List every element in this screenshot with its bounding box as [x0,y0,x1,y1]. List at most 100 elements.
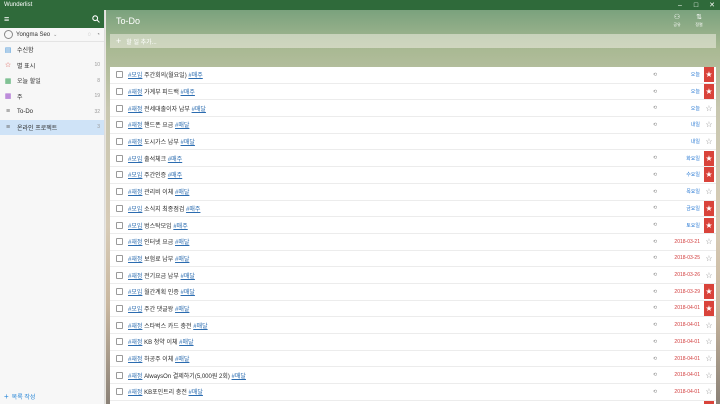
star-icon[interactable]: ★ [704,300,714,316]
task-checkbox[interactable] [116,355,123,363]
task-tag[interactable]: #재정 [128,324,142,330]
task-row[interactable]: #재정 전기요금 납부 #매달 ⟲ 2018-03-26 ☆ [110,267,716,284]
task-tag[interactable]: #매달 [175,307,189,313]
task-tag[interactable]: #매달 [179,340,193,346]
sidebar-item[interactable]: ≡ 온라인 프로젝트 3 [0,119,104,135]
task-tag[interactable]: #매주 [188,73,202,79]
task-checkbox[interactable] [116,388,123,396]
task-checkbox[interactable] [116,171,123,179]
task-tag[interactable]: #재정 [128,123,142,129]
task-checkbox[interactable] [116,121,123,129]
task-tag[interactable]: #매달 [175,240,189,246]
sidebar-item[interactable]: ▦ 주 19 [0,89,104,105]
task-checkbox[interactable] [116,304,123,312]
task-tag[interactable]: #매달 [232,374,246,380]
star-icon[interactable]: ☆ [704,250,714,266]
task-checkbox[interactable] [116,338,123,346]
star-icon[interactable]: ☆ [704,267,714,283]
star-icon[interactable]: ☆ [704,100,714,116]
task-tag[interactable]: #재정 [128,357,142,363]
close-icon[interactable]: ✕ [704,0,720,10]
maximize-icon[interactable]: □ [688,0,704,10]
task-row[interactable]: #재정 핸드폰 요금 #매달 ⟲ 내일 ☆ [110,117,716,134]
task-tag[interactable]: #재정 [128,140,142,146]
task-tag[interactable]: #재정 [128,90,142,96]
task-tag[interactable]: #매주 [181,90,195,96]
task-checkbox[interactable] [116,321,123,329]
task-tag[interactable]: #모임 [128,157,142,163]
share-button[interactable]: ⚇ 공유 [666,14,688,28]
task-row[interactable]: #재정 KB포인트리 충전 #매달 ⟲ 2018-04-01 ☆ [110,384,716,401]
task-row[interactable]: #재정 인터넷 요금 #매달 ⟲ 2018-03-21 ☆ [110,233,716,251]
star-icon[interactable]: ★ [704,200,714,216]
task-row[interactable]: #모임 소식지 최종점검 #매주 ⟲ 금요일 ★ [110,200,716,218]
task-tag[interactable]: #매달 [181,290,195,296]
hamburger-menu-icon[interactable]: ≡ [4,14,9,24]
star-icon[interactable]: ☆ [704,317,714,333]
task-row[interactable]: #재정 스타벅스 카드 충전 #매달 ⟲ 2018-04-01 ☆ [110,317,716,334]
task-tag[interactable]: #매달 [175,190,189,196]
star-icon[interactable]: ★ [704,284,714,300]
task-tag[interactable]: #모임 [128,224,142,230]
task-tag[interactable]: #매주 [186,207,200,213]
star-icon[interactable]: ☆ [704,384,714,400]
add-list-button[interactable]: + 목록 작성 [4,392,35,401]
comment-icon[interactable]: ◔ [96,32,100,38]
task-checkbox[interactable] [116,254,123,262]
task-checkbox[interactable] [116,371,123,379]
task-row[interactable]: #재정 KB 청약 이체 #매달 ⟲ 2018-04-01 ☆ [110,334,716,351]
task-checkbox[interactable] [116,221,123,229]
task-checkbox[interactable] [116,154,123,162]
task-row[interactable]: #재정 전세대출이자 납부 #매달 ⟲ 오늘 ☆ [110,100,716,118]
task-checkbox[interactable] [116,271,123,279]
task-row[interactable]: #모임 벙스탁모임 #매주 ⟲ 토요일 ★ [110,217,716,234]
task-checkbox[interactable] [116,71,123,79]
star-icon[interactable]: ☆ [704,117,714,133]
star-icon[interactable]: ☆ [704,184,714,200]
task-tag[interactable]: #모임 [128,207,142,213]
task-row[interactable]: #모임 주간회의(월요일) #매주 ⟲ 오늘 ★ [110,67,716,84]
task-checkbox[interactable] [116,138,123,146]
user-row[interactable]: Yongma Seo ⌄ ◌ ◔ [0,28,104,42]
task-checkbox[interactable] [116,238,123,246]
task-checkbox[interactable] [116,188,123,196]
sidebar-item[interactable]: ▤ 수신함 [0,42,104,58]
task-tag[interactable]: #매달 [175,123,189,129]
task-checkbox[interactable] [116,204,123,212]
task-tag[interactable]: #모임 [128,290,142,296]
task-row[interactable]: #모임 주간 댓글왕 #매달 ⟲ 2018-04-01 ★ [110,300,716,318]
star-icon[interactable]: ★ [704,217,714,233]
task-row[interactable]: #재정 하공주 이체 #매달 ⟲ 2018-04-01 ☆ [110,350,716,368]
task-tag[interactable]: #매달 [193,324,207,330]
task-tag[interactable]: #매주 [168,173,182,179]
task-tag[interactable]: #매달 [189,390,203,396]
task-tag[interactable]: #재정 [128,390,142,396]
search-icon[interactable] [92,15,100,23]
task-row[interactable]: #재정 관리비 이체 #매달 ⟲ 목요일 ☆ [110,183,716,201]
task-row[interactable]: #모임 월간계획 인증 #매달 ⟲ 2018-03-29 ★ [110,283,716,301]
task-tag[interactable]: #재정 [128,257,142,263]
star-icon[interactable]: ★ [704,67,714,83]
task-tag[interactable]: #매달 [181,140,195,146]
task-row[interactable]: #모임 주간인증 #매주 ⟲ 수요일 ★ [110,167,716,184]
task-row[interactable]: #모임 출석체크 #매주 ⟲ 화요일 ★ [110,150,716,168]
task-row[interactable]: #재정 도시가스 납부 #매달 내일 ☆ [110,133,716,151]
sort-button[interactable]: ⇅ 정렬 [688,14,710,28]
sidebar-item[interactable]: ≡ To-Do 32 [0,104,104,120]
task-tag[interactable]: #모임 [128,307,142,313]
sidebar-item[interactable]: ☆ 별 표시 10 [0,58,104,74]
avatar[interactable] [4,30,13,39]
task-row[interactable]: #재정 가계부 피드백 #매주 ⟲ 오늘 ★ [110,83,716,101]
star-icon[interactable]: ☆ [704,134,714,150]
task-checkbox[interactable] [116,104,123,112]
task-tag[interactable]: #매달 [181,274,195,280]
task-tag[interactable]: #매달 [192,107,206,113]
star-icon[interactable]: ★ [704,84,714,100]
task-tag[interactable]: #모임 [128,73,142,79]
task-row[interactable]: #재정 보험료 납부 #매달 ⟲ 2018-03-25 ☆ [110,250,716,268]
task-tag[interactable]: #모임 [128,173,142,179]
task-checkbox[interactable] [116,288,123,296]
minimize-icon[interactable]: – [672,0,688,10]
task-tag[interactable]: #매달 [175,257,189,263]
bell-icon[interactable]: ◌ [88,32,92,38]
